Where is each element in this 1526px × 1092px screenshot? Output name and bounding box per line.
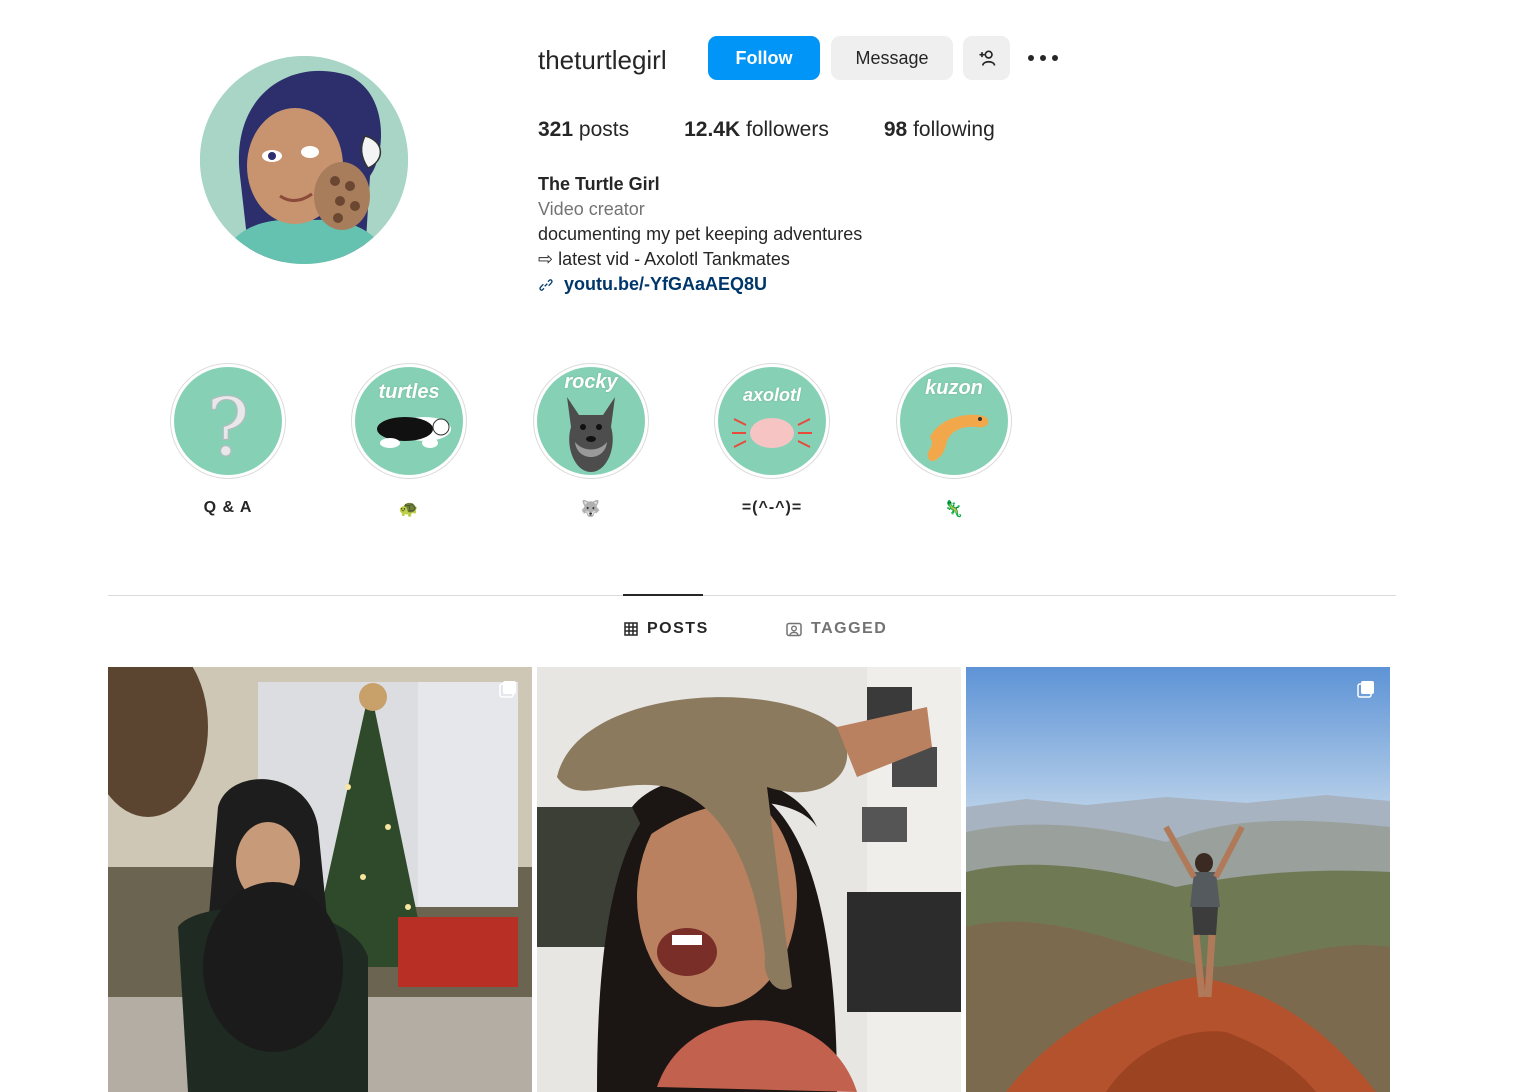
highlight-ring: kuzon [896, 363, 1012, 479]
highlight-cover-title: turtles [378, 381, 440, 403]
following-stat[interactable]: 98 following [884, 118, 995, 142]
more-options-icon [1028, 55, 1058, 61]
message-button[interactable]: Message [831, 36, 953, 80]
suggested-users-button[interactable] [963, 36, 1010, 80]
post-tile[interactable] [966, 667, 1390, 1092]
bio-link[interactable]: youtu.be/-YfGAaAEQ8U [538, 272, 862, 297]
posts-stat: 321 posts [538, 118, 629, 142]
bio-category: Video creator [538, 199, 645, 219]
tab-tagged[interactable]: TAGGED [786, 620, 887, 638]
highlight-ring: rocky [533, 363, 649, 479]
highlight-cover: ? [174, 367, 282, 475]
highlight-label: 🐢 [398, 501, 420, 518]
carousel-icon [1357, 681, 1374, 698]
following-count: 98 [883, 118, 908, 141]
tabs-divider [108, 595, 1396, 596]
highlight-label: =(^-^)= [741, 499, 803, 516]
posts-count: 321 [538, 118, 574, 141]
post-tile[interactable] [537, 667, 961, 1092]
highlight-cover: axolotl [718, 367, 826, 475]
bio-line-1: documenting my pet keeping adventures [538, 224, 863, 244]
profile-avatar[interactable] [200, 56, 408, 264]
post-image [966, 667, 1390, 1092]
highlight-rocky[interactable]: rocky 🐺 [531, 363, 651, 519]
highlight-kuzon[interactable]: kuzon 🦎 [894, 363, 1014, 519]
highlight-label: 🦎 [943, 501, 965, 518]
highlight-cover: rocky [537, 367, 645, 475]
tab-tagged-label: TAGGED [811, 620, 888, 637]
highlight-cover: turtles [355, 367, 463, 475]
highlight-ring: axolotl [714, 363, 830, 479]
highlight-label: 🐺 [580, 501, 602, 518]
post-image [108, 667, 532, 1092]
link-icon [539, 278, 553, 291]
highlight-cover-title: rocky [564, 371, 618, 393]
highlight-cover-title: kuzon [925, 377, 983, 399]
tagged-icon [786, 622, 802, 636]
follow-button[interactable]: Follow [708, 36, 820, 80]
highlight-qa[interactable]: ? Q & A [168, 363, 288, 517]
profile-bio: The Turtle Girl Video creator documentin… [538, 172, 862, 297]
highlight-turtles[interactable]: turtles 🐢 [349, 363, 469, 519]
more-options-button[interactable] [1024, 40, 1062, 76]
tab-posts[interactable]: POSTS [624, 620, 709, 638]
followers-label: followers [745, 118, 829, 141]
carousel-icon [499, 681, 516, 698]
posts-label: posts [578, 118, 630, 141]
bio-name: The Turtle Girl [538, 174, 660, 194]
highlight-axolotl[interactable]: axolotl =(^-^)= [712, 363, 832, 517]
bio-line-2: ⇨ latest vid - Axolotl Tankmates [538, 249, 790, 269]
active-tab-indicator [623, 594, 703, 596]
svg-text:?: ? [207, 381, 250, 474]
followers-count: 12.4K [684, 118, 741, 141]
post-tile[interactable] [108, 667, 532, 1092]
highlight-label: Q & A [203, 499, 253, 516]
highlight-cover-title: axolotl [742, 385, 801, 405]
followers-stat[interactable]: 12.4K followers [684, 118, 829, 142]
bio-link-text: youtu.be/-YfGAaAEQ8U [564, 274, 768, 294]
profile-stats: 321 posts 12.4K followers 98 following [538, 118, 1050, 142]
tab-posts-label: POSTS [647, 620, 709, 637]
post-image [537, 667, 961, 1092]
axolotl-icon [732, 418, 812, 448]
grid-icon [624, 622, 638, 636]
following-label: following [913, 118, 995, 141]
question-mark-icon: ? [206, 381, 250, 475]
highlight-ring: ? [170, 363, 286, 479]
highlight-cover: kuzon [900, 367, 1008, 475]
add-person-icon [979, 50, 995, 66]
highlight-ring: turtles [351, 363, 467, 479]
profile-username: theturtlegirl [538, 45, 667, 75]
